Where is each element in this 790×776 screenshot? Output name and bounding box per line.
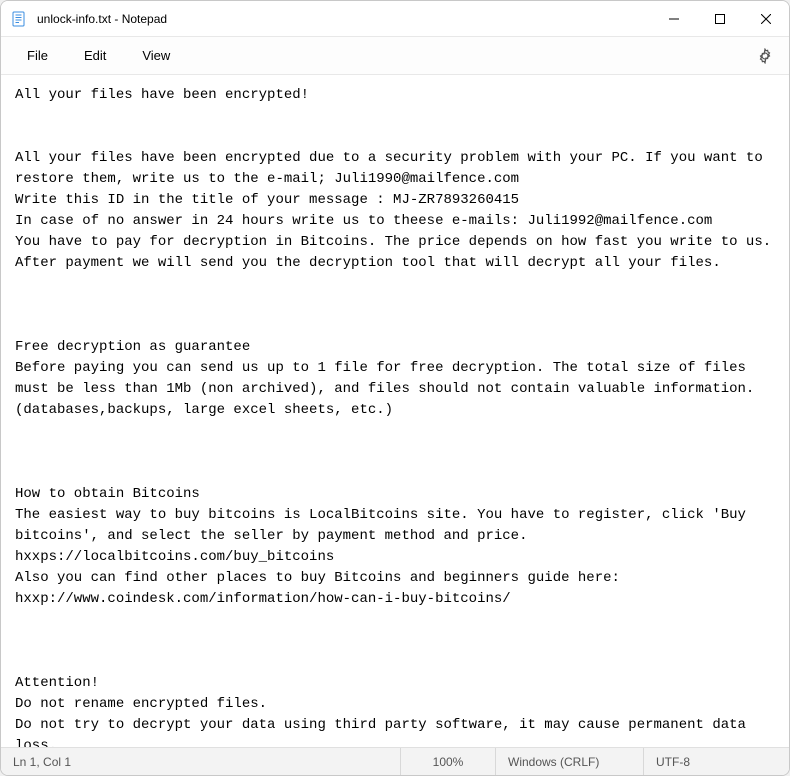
- text-area[interactable]: All your files have been encrypted! All …: [1, 75, 789, 747]
- text-line: The easiest way to buy bitcoins is Local…: [15, 505, 775, 547]
- status-eol: Windows (CRLF): [496, 748, 644, 775]
- maximize-button[interactable]: [697, 1, 743, 36]
- window-title: unlock-info.txt - Notepad: [37, 12, 167, 26]
- text-line: Before paying you can send us up to 1 fi…: [15, 358, 775, 421]
- titlebar: unlock-info.txt - Notepad: [1, 1, 789, 37]
- menu-view[interactable]: View: [124, 42, 188, 69]
- text-line: [15, 127, 775, 148]
- status-zoom: 100%: [401, 748, 496, 775]
- text-line: In case of no answer in 24 hours write u…: [15, 211, 775, 232]
- gear-icon: [757, 48, 773, 64]
- text-line: [15, 316, 775, 337]
- text-line: [15, 274, 775, 295]
- text-line: All your files have been encrypted!: [15, 85, 775, 106]
- text-line: Also you can find other places to buy Bi…: [15, 568, 775, 589]
- notepad-window: unlock-info.txt - Notepad File Edit View…: [0, 0, 790, 776]
- menubar: File Edit View: [1, 37, 789, 75]
- text-line: [15, 106, 775, 127]
- text-line: [15, 631, 775, 652]
- text-line: [15, 610, 775, 631]
- close-button[interactable]: [743, 1, 789, 36]
- minimize-button[interactable]: [651, 1, 697, 36]
- text-line: Do not rename encrypted files.: [15, 694, 775, 715]
- menu-edit[interactable]: Edit: [66, 42, 124, 69]
- notepad-icon: [11, 11, 27, 27]
- text-line: You have to pay for decryption in Bitcoi…: [15, 232, 775, 274]
- settings-button[interactable]: [749, 40, 781, 72]
- text-line: Write this ID in the title of your messa…: [15, 190, 775, 211]
- text-line: How to obtain Bitcoins: [15, 484, 775, 505]
- window-controls: [651, 1, 789, 36]
- status-encoding: UTF-8: [644, 748, 789, 775]
- status-position: Ln 1, Col 1: [1, 748, 401, 775]
- text-line: [15, 463, 775, 484]
- text-line: hxxps://localbitcoins.com/buy_bitcoins: [15, 547, 775, 568]
- text-line: [15, 652, 775, 673]
- text-line: All your files have been encrypted due t…: [15, 148, 775, 190]
- text-line: Attention!: [15, 673, 775, 694]
- text-line: [15, 295, 775, 316]
- statusbar: Ln 1, Col 1 100% Windows (CRLF) UTF-8: [1, 747, 789, 775]
- text-line: [15, 421, 775, 442]
- menu-file[interactable]: File: [9, 42, 66, 69]
- text-line: Free decryption as guarantee: [15, 337, 775, 358]
- text-line: [15, 442, 775, 463]
- text-line: hxxp://www.coindesk.com/information/how-…: [15, 589, 775, 610]
- text-line: Do not try to decrypt your data using th…: [15, 715, 775, 747]
